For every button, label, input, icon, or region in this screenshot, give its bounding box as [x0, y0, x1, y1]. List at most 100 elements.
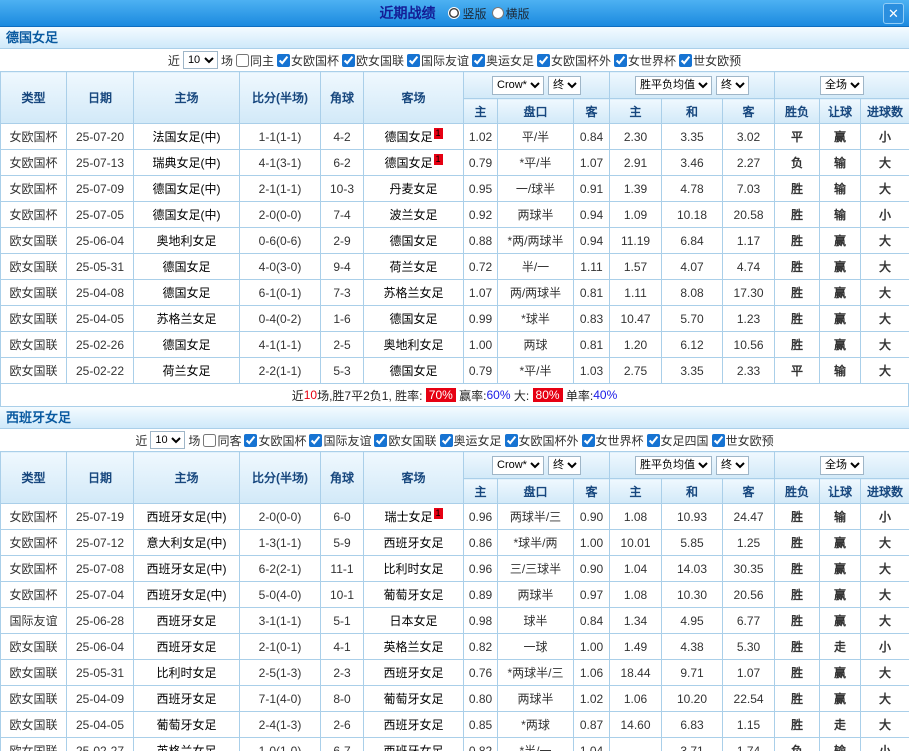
match-row: 欧女国联 25-02-22 荷兰女足 2-2(1-1) 5-3 德国女足 0.7…	[0, 357, 909, 384]
league-filter-input[interactable]	[711, 433, 725, 447]
avg-stage-select[interactable]: 终	[716, 75, 750, 95]
handicap-cell: 三/三球半	[497, 555, 574, 582]
league-filter-checkbox[interactable]: 女欧国杯	[276, 52, 339, 69]
league-filter-input[interactable]	[374, 433, 388, 447]
league-filter-input[interactable]	[341, 53, 355, 67]
asian-away-odds-cell: 0.87	[572, 711, 611, 738]
league-filter-checkbox[interactable]: 国际友谊	[407, 52, 469, 69]
draw-odds-cell: 10.30	[661, 581, 724, 608]
odds-stage-select[interactable]: 终	[548, 75, 581, 95]
layout-option-vertical[interactable]: 竖版	[448, 5, 487, 22]
league-filter-checkbox[interactable]: 欧女国联	[374, 432, 437, 449]
result-cell: 胜	[774, 305, 821, 332]
corners-cell: 5-3	[320, 357, 364, 384]
handicap-result-cell: 走	[819, 633, 862, 660]
results-table-spain: 类型 日期 主场 比分(半场) 角球 客场 Crow* 终 胜平负均值终 全场 主…	[0, 451, 909, 751]
col-score: 比分(半场)	[239, 451, 321, 504]
league-filter-input[interactable]	[581, 433, 595, 447]
same-venue-checkbox[interactable]: 同主	[235, 52, 274, 69]
draw-odds-cell: 14.03	[661, 555, 724, 582]
asian-odds-group: Crow* 终	[462, 451, 611, 479]
odds-source-select[interactable]: Crow*	[492, 455, 544, 475]
col-date: 日期	[66, 71, 134, 124]
lose-odds-cell: 1.74	[722, 737, 776, 751]
summary-part: 场,胜7平2负1, 胜率:	[317, 388, 426, 403]
scope-select[interactable]: 全场	[820, 75, 865, 95]
odds-stage-select[interactable]: 终	[548, 455, 581, 475]
league-filter-checkbox[interactable]: 世女欧预	[679, 52, 741, 69]
league-filter-checkbox[interactable]: 奥运女足	[439, 432, 502, 449]
score-cell: 6-2(2-1)	[239, 555, 321, 582]
away-rank-badge: 1	[433, 154, 443, 165]
close-button[interactable]: ✕	[883, 3, 904, 24]
away-team: 波兰女足	[389, 208, 438, 222]
league-filter-input[interactable]	[309, 433, 323, 447]
league-filter-checkbox[interactable]: 奥运女足	[472, 52, 534, 69]
league-filter-input[interactable]	[614, 53, 628, 67]
avg-odds-select[interactable]: 胜平负均值	[635, 455, 713, 475]
league-filter-checkbox[interactable]: 女世界杯	[614, 52, 676, 69]
section-title: 西班牙女足	[0, 407, 909, 429]
league-cell: 欧女国联	[0, 659, 67, 686]
col-asian-away: 客	[572, 478, 611, 504]
same-venue-checkbox[interactable]: 同客	[203, 432, 241, 449]
horizontal-layout-radio[interactable]	[491, 7, 504, 19]
league-filter-checkbox[interactable]: 女世界杯	[581, 432, 644, 449]
odds-source-select[interactable]: Crow*	[492, 75, 544, 95]
league-filter-input[interactable]	[679, 53, 693, 67]
score-cell: 0-4(0-2)	[239, 305, 321, 332]
league-filter-checkbox[interactable]: 女欧国杯	[244, 432, 306, 449]
handicap-cell: *两球	[497, 711, 574, 738]
avg-stage-select[interactable]: 终	[716, 455, 750, 475]
league-filter-checkbox[interactable]: 世女欧预	[711, 432, 774, 449]
league-filter-input[interactable]	[244, 433, 258, 447]
win-odds-cell: 11.19	[609, 227, 663, 254]
layout-option-horizontal[interactable]: 横版	[491, 5, 530, 22]
col-handicap-result: 让球	[819, 98, 862, 124]
lose-odds-cell: 22.54	[722, 685, 776, 712]
home-team-cell: 西班牙女足(中)	[133, 555, 240, 582]
league-filter-input[interactable]	[439, 433, 453, 447]
win-odds-cell: 10.47	[609, 305, 663, 332]
away-team-cell: 英格兰女足	[363, 633, 464, 660]
home-team: 瑞典女足(中)	[152, 156, 221, 170]
league-filter-checkbox[interactable]: 女欧国杯外	[537, 52, 611, 69]
home-team-cell: 德国女足	[133, 331, 240, 358]
home-team-cell: 西班牙女足	[133, 685, 240, 712]
goals-result-cell: 大	[860, 529, 909, 556]
goals-result-cell: 大	[860, 685, 909, 712]
near-label: 近	[167, 53, 180, 68]
filter-bar: 近 10 场 同客 女欧国杯 国际友谊 欧女国联 奥运女足 女欧国杯外 女世界杯…	[0, 429, 909, 451]
away-team: 西班牙女足	[383, 536, 444, 550]
league-filter-input[interactable]	[407, 53, 420, 67]
recent-count-select[interactable]: 10	[150, 431, 186, 449]
recent-count-select[interactable]: 10	[182, 51, 218, 69]
asian-home-odds-cell: 0.82	[463, 633, 498, 660]
league-filter-input[interactable]	[537, 53, 551, 67]
match-row: 欧女国联 25-06-04 西班牙女足 2-1(0-1) 4-1 英格兰女足 0…	[0, 633, 909, 660]
league-filter-checkbox[interactable]: 女欧国杯外	[504, 432, 579, 449]
league-filter-checkbox[interactable]: 女足四国	[646, 432, 709, 449]
date-cell: 25-04-08	[66, 279, 134, 306]
same-venue-input[interactable]	[235, 53, 249, 67]
league-filter-input[interactable]	[276, 53, 290, 67]
scope-select[interactable]: 全场	[820, 455, 865, 475]
col-corner: 角球	[320, 451, 364, 504]
away-team: 奥地利女足	[383, 338, 444, 352]
league-filter-checkbox[interactable]: 国际友谊	[309, 432, 371, 449]
section-germany: 德国女足 近 10 场 同主 女欧国杯 欧女国联 国际友谊 奥运女足 女欧国杯外…	[0, 27, 909, 407]
same-venue-input[interactable]	[203, 433, 217, 447]
vertical-layout-radio[interactable]	[448, 7, 461, 19]
avg-odds-select[interactable]: 胜平负均值	[635, 75, 713, 95]
league-filter-checkbox[interactable]: 欧女国联	[341, 52, 404, 69]
league-filter-input[interactable]	[646, 433, 660, 447]
match-row: 欧女国联 25-05-31 比利时女足 2-5(1-3) 2-3 西班牙女足 0…	[0, 659, 909, 686]
league-filter-input[interactable]	[472, 53, 486, 67]
goals-result-cell: 小	[860, 503, 909, 530]
corners-cell: 6-7	[320, 737, 364, 751]
away-team: 荷兰女足	[389, 260, 438, 274]
asian-home-odds-cell: 1.00	[463, 331, 498, 358]
handicap-cell: *两/两球半	[497, 227, 574, 254]
home-team: 德国女足	[162, 338, 211, 352]
league-filter-input[interactable]	[504, 433, 518, 447]
